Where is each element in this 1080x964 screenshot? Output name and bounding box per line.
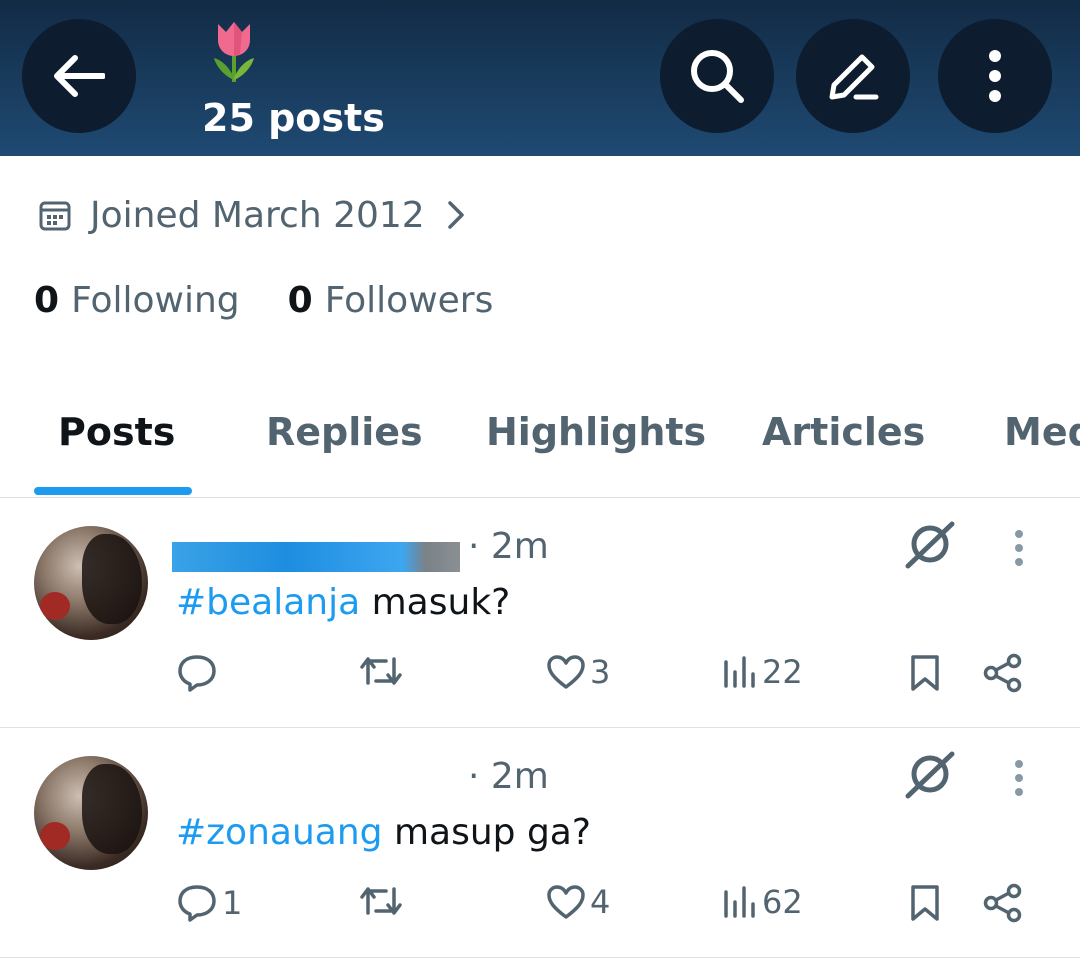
followers-link[interactable]: 0 Followers — [288, 280, 494, 321]
bookmark-icon — [911, 885, 939, 921]
retweet-icon — [360, 657, 402, 685]
share-button[interactable] — [982, 653, 1024, 693]
bookmark-icon — [911, 655, 939, 691]
avatar[interactable] — [34, 756, 148, 870]
following-label: Following — [71, 280, 240, 321]
post-timestamp: · 2m — [468, 756, 549, 797]
heart-icon — [547, 655, 585, 689]
analytics-icon — [724, 886, 755, 918]
followers-count: 0 — [287, 280, 313, 321]
retweet-icon — [360, 887, 402, 915]
calendar-icon — [39, 201, 71, 231]
more-vertical-icon — [989, 50, 1001, 102]
reply-button[interactable] — [176, 653, 222, 693]
more-options-button[interactable] — [938, 19, 1052, 133]
post-timestamp: · 2m — [468, 526, 549, 567]
post-text: #zonauang masup ga? — [176, 812, 591, 853]
profile-header: 25 posts — [0, 0, 1080, 156]
retweet-button[interactable] — [358, 883, 408, 919]
post-item[interactable]: · 2m #bealanja masuk? 3 22 — [0, 498, 1080, 728]
following-link[interactable]: 0 Following — [34, 280, 240, 321]
heart-icon — [547, 885, 585, 919]
post-hashtag[interactable]: #zonauang — [176, 812, 383, 853]
reply-count: 1 — [222, 884, 243, 922]
edit-button[interactable] — [796, 19, 910, 133]
views-button[interactable]: 22 — [722, 653, 803, 691]
active-tab-indicator — [34, 487, 192, 495]
redacted-username — [172, 542, 460, 572]
search-icon — [691, 50, 744, 103]
bookmark-button[interactable] — [908, 653, 942, 693]
share-icon — [983, 883, 1022, 923]
back-button[interactable] — [22, 19, 136, 133]
retweet-button[interactable] — [358, 653, 408, 689]
pencil-icon — [829, 54, 879, 100]
posts-count: 25 posts — [202, 96, 385, 140]
post-text: #bealanja masuk? — [176, 582, 510, 623]
like-count: 4 — [590, 883, 611, 921]
share-icon — [983, 653, 1022, 693]
post-body: masup ga? — [382, 812, 591, 853]
grok-icon[interactable] — [902, 750, 956, 800]
bookmark-button[interactable] — [908, 883, 942, 923]
reply-icon — [178, 885, 216, 922]
arrow-left-icon — [54, 55, 105, 97]
post-more-icon[interactable] — [1012, 758, 1026, 798]
tab-highlights[interactable]: Highlights — [486, 410, 706, 454]
tab-replies[interactable]: Replies — [266, 410, 423, 454]
views-count: 62 — [762, 883, 803, 921]
joined-date-text: Joined March 2012 — [90, 194, 425, 236]
joined-date-row[interactable]: Joined March 2012 — [38, 192, 465, 238]
like-button[interactable]: 4 — [546, 883, 610, 921]
views-button[interactable]: 62 — [722, 883, 803, 921]
tulip-icon — [210, 18, 258, 88]
grok-icon[interactable] — [902, 520, 956, 570]
views-count: 22 — [762, 653, 803, 691]
analytics-icon — [724, 656, 755, 688]
tab-articles[interactable]: Articles — [762, 410, 925, 454]
follow-stats: 0 Following 0 Followers — [34, 280, 493, 321]
post-item[interactable]: · 2m #zonauang masup ga? 1 4 62 — [0, 728, 1080, 958]
post-hashtag[interactable]: #bealanja — [176, 582, 360, 623]
like-count: 3 — [590, 653, 611, 691]
profile-tabs: Posts Replies Highlights Articles Media — [0, 400, 1080, 498]
followers-label: Followers — [324, 280, 494, 321]
like-button[interactable]: 3 — [546, 653, 610, 691]
following-count: 0 — [34, 280, 60, 321]
tab-posts[interactable]: Posts — [58, 410, 175, 454]
reply-icon — [178, 655, 216, 692]
share-button[interactable] — [982, 883, 1024, 923]
avatar[interactable] — [34, 526, 148, 640]
post-more-icon[interactable] — [1012, 528, 1026, 568]
reply-button[interactable]: 1 — [176, 883, 242, 923]
search-button[interactable] — [660, 19, 774, 133]
tab-media[interactable]: Media — [1004, 410, 1080, 454]
chevron-right-icon — [447, 201, 464, 229]
post-body: masuk? — [360, 582, 511, 623]
